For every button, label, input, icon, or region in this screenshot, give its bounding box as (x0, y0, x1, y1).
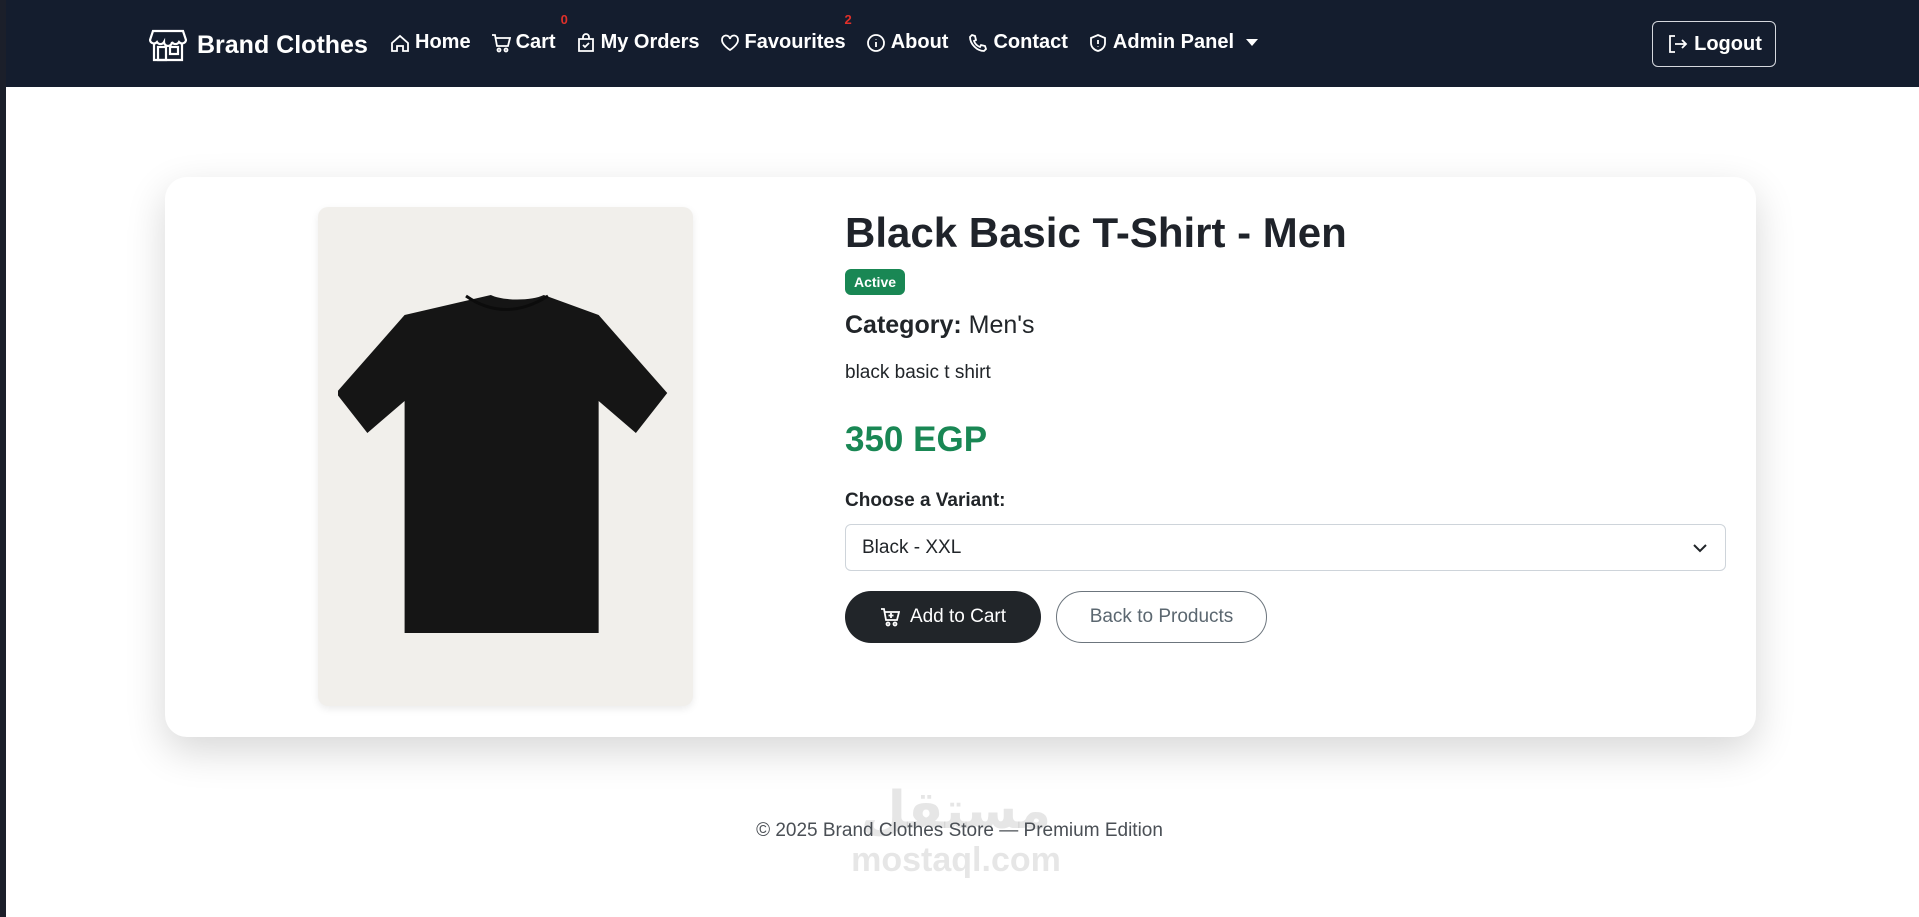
product-category: Category: Men's (845, 311, 1725, 340)
phone-icon (969, 33, 988, 52)
category-value: Men's (968, 311, 1035, 339)
cart-icon (491, 33, 511, 52)
variant-label: Choose a Variant: (845, 490, 1006, 511)
info-icon (866, 33, 885, 52)
nav-link-contact[interactable]: Contact (968, 31, 1068, 54)
category-label: Category: (845, 311, 962, 339)
variant-selected-value: Black - XXL (862, 536, 962, 558)
nav-link-about[interactable]: About (866, 31, 949, 54)
product-title: Black Basic T-Shirt - Men (845, 209, 1347, 256)
product-image (318, 207, 693, 706)
nav-link-label: My Orders (600, 31, 700, 53)
status-badge: Active (845, 269, 906, 295)
home-icon (391, 34, 409, 52)
favourites-count-badge: 2 (844, 12, 852, 27)
nav-links: Home Cart 0 My Orders Favourites 2 About… (390, 12, 1278, 54)
add-to-cart-button[interactable]: Add to Cart (845, 591, 1041, 643)
nav-link-cart[interactable]: Cart 0 (491, 12, 568, 54)
heart-icon (720, 34, 739, 51)
cart-plus-icon (880, 608, 900, 627)
product-details: Black Basic T-Shirt - Men Active Categor… (845, 207, 1726, 643)
add-to-cart-label: Add to Cart (909, 606, 1007, 627)
nav-link-favourites[interactable]: Favourites 2 (720, 12, 852, 54)
navbar: Brand Clothes Home Cart 0 My Orders Favo… (6, 0, 1919, 87)
nav-link-admin-panel[interactable]: Admin Panel (1088, 31, 1259, 54)
logout-label: Logout (1694, 32, 1762, 55)
cart-count-badge: 0 (560, 12, 568, 27)
product-actions: Add to Cart Back to Products (845, 591, 1725, 643)
footer-text: © 2025 Brand Clothes Store — Premium Edi… (756, 820, 1163, 841)
brand-name: Brand Clothes (197, 30, 368, 59)
back-to-products-button[interactable]: Back to Products (1056, 591, 1267, 643)
logout-icon (1669, 35, 1688, 53)
nav-link-label: Contact (993, 31, 1068, 53)
variant-select[interactable]: Black - XXL (845, 524, 1726, 571)
nav-link-label: Admin Panel (1112, 31, 1235, 53)
nav-link-label: Home (415, 31, 471, 53)
brand-logo[interactable]: Brand Clothes (149, 27, 368, 63)
product-price: 350 EGP (845, 420, 988, 459)
watermark-latin: mostaql.com (851, 841, 1061, 879)
shop-icon (149, 29, 187, 62)
tshirt-image (338, 294, 668, 633)
dropdown-caret-icon (1246, 39, 1259, 46)
product-card: Black Basic T-Shirt - Men Active Categor… (165, 177, 1756, 737)
product-description: black basic t shirt (845, 362, 991, 383)
nav-link-my-orders[interactable]: My Orders (576, 31, 700, 54)
nav-link-home[interactable]: Home (390, 31, 471, 54)
bag-check-icon (577, 32, 594, 52)
logout-button[interactable]: Logout (1652, 21, 1776, 67)
nav-link-label: Favourites (744, 31, 846, 53)
shield-icon (1090, 33, 1106, 52)
nav-link-label: Cart (515, 31, 556, 53)
chevron-down-icon (1693, 543, 1707, 552)
nav-link-label: About (890, 31, 949, 53)
